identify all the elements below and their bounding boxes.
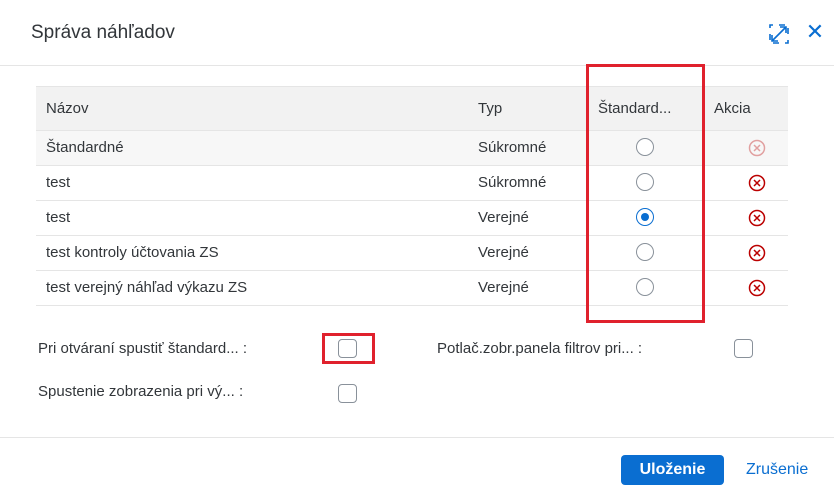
view-type: Verejné (478, 244, 529, 261)
view-type: Súkromné (478, 174, 547, 191)
dialog-title: Správa náhľadov (31, 22, 175, 43)
standard-radio[interactable] (636, 173, 654, 191)
delete-icon[interactable] (748, 139, 766, 157)
standard-radio[interactable] (636, 243, 654, 261)
expand-icon[interactable] (768, 23, 790, 45)
delete-icon[interactable] (748, 279, 766, 297)
delete-icon[interactable] (748, 209, 766, 227)
open-standard-label: Pri otváraní spustiť štandard... : (38, 340, 248, 357)
column-header-standard[interactable]: Štandard... (598, 87, 671, 131)
delete-icon[interactable] (748, 244, 766, 262)
view-type: Verejné (478, 209, 529, 226)
table-row[interactable]: Štandardné Súkromné (36, 131, 788, 166)
column-header-type[interactable]: Typ (478, 87, 502, 131)
dialog-footer: Uloženie Zrušenie (0, 437, 834, 485)
table-row[interactable]: test verejný náhľad výkazu ZS Verejné (36, 271, 788, 306)
suppress-filter-checkbox[interactable] (734, 339, 753, 358)
table-row[interactable]: test Verejné (36, 201, 788, 236)
standard-radio[interactable] (636, 278, 654, 296)
column-header-name[interactable]: Názov (46, 87, 89, 131)
view-type: Verejné (478, 279, 529, 296)
standard-radio[interactable] (636, 138, 654, 156)
table-row[interactable]: test kontroly účtovania ZS Verejné (36, 236, 788, 271)
suppress-filter-label: Potlač.zobr.panela filtrov pri... : (437, 340, 643, 357)
view-name: test kontroly účtovania ZS (46, 244, 219, 261)
view-name: test verejný náhľad výkazu ZS (46, 279, 248, 296)
dialog-header: Správa náhľadov ✕ (0, 0, 834, 66)
column-header-action: Akcia (714, 100, 751, 117)
open-standard-checkbox[interactable] (338, 339, 357, 358)
run-display-checkbox[interactable] (338, 384, 357, 403)
table-header: Názov Typ Štandard... Akcia (36, 86, 788, 131)
view-name: test (46, 209, 71, 226)
table-row[interactable]: test Súkromné (36, 166, 788, 201)
run-display-label: Spustenie zobrazenia pri vý... : (38, 383, 244, 400)
standard-radio[interactable] (636, 208, 654, 226)
delete-icon[interactable] (748, 174, 766, 192)
view-name: test (46, 174, 71, 191)
manage-views-dialog: Správa náhľadov ✕ Názov Typ Štandard... … (0, 0, 834, 485)
close-icon[interactable]: ✕ (803, 18, 827, 46)
view-name: Štandardné (46, 139, 124, 156)
view-type: Súkromné (478, 139, 547, 156)
